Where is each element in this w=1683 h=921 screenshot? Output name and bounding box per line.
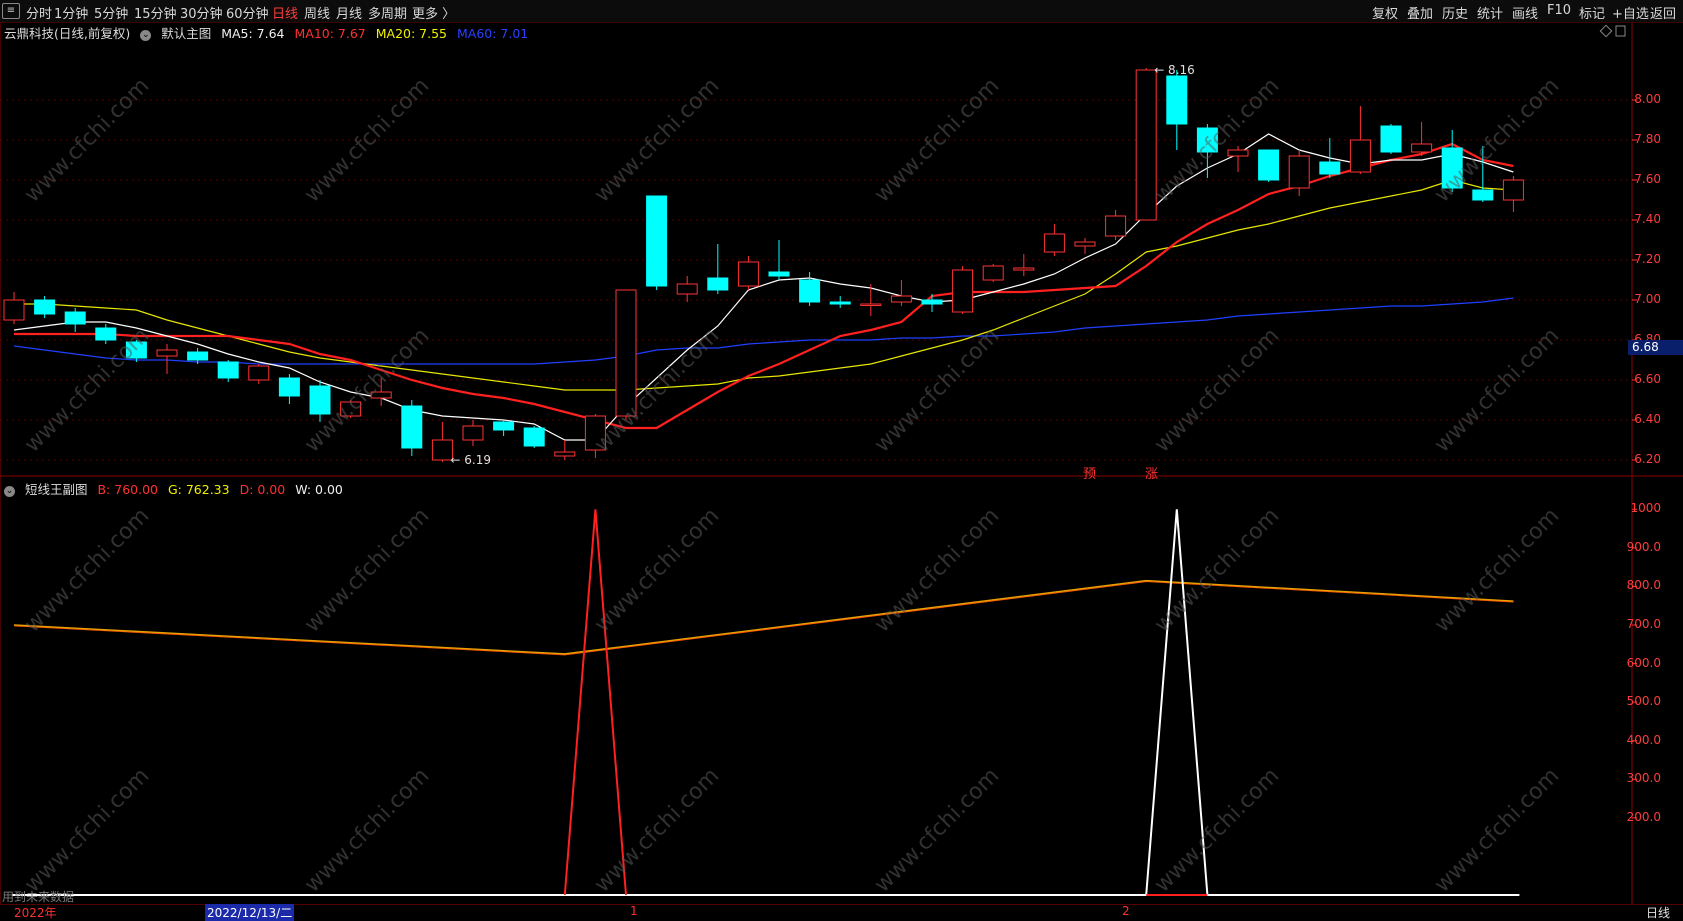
year-label: 2022年 [14, 906, 57, 920]
indicator-axis-label: 800.0 [1626, 578, 1661, 593]
candle-down [217, 361, 239, 379]
candle-up [1411, 143, 1433, 153]
indicator-axis-label: 200.0 [1626, 809, 1661, 824]
indicator-axis-label: 500.0 [1626, 694, 1661, 709]
price-axis-label: 6.60 [1634, 372, 1661, 386]
candle-up [982, 265, 1004, 281]
candle-up [156, 349, 178, 357]
period-label[interactable]: 日线 [1646, 904, 1670, 921]
month-label-2: 2 [1122, 904, 1130, 918]
candle-up [1013, 267, 1035, 271]
candlesticks [3, 68, 1524, 462]
candle-down [401, 405, 423, 449]
candle-down [768, 271, 790, 277]
candle-up [554, 451, 576, 457]
candle-up [952, 269, 974, 313]
candle-down [493, 421, 515, 431]
candle-down [1319, 161, 1341, 175]
candle-up [890, 295, 912, 303]
price-axis-label: 7.80 [1634, 132, 1661, 146]
signal-w-line [1145, 509, 1209, 896]
candle-down [1258, 149, 1280, 181]
candle-up [370, 391, 392, 399]
price-axis-label: 8.00 [1634, 92, 1661, 106]
candle-up [584, 415, 606, 451]
zhang-marker: 涨 [1145, 467, 1159, 482]
candle-down [1380, 125, 1402, 153]
indicator-axis-label: 900.0 [1626, 539, 1661, 554]
indicator-g-line [13, 581, 1514, 656]
candle-up [1349, 139, 1371, 173]
yu-marker: 预 [1083, 467, 1097, 482]
candle-down [1472, 189, 1494, 201]
candle-up [737, 261, 759, 287]
candle-down [523, 427, 545, 447]
candle-down [95, 327, 117, 341]
candle-up [1105, 215, 1127, 237]
price-axis-label: 6.40 [1634, 412, 1661, 426]
candle-up [431, 439, 453, 461]
candle-up [1227, 149, 1249, 157]
candle-down [921, 299, 943, 305]
month-label-1: 1 [630, 904, 638, 918]
candle-up [860, 303, 882, 306]
candle-up [462, 425, 484, 441]
price-axis-label: 7.00 [1634, 292, 1661, 306]
price-axis-label: 6.20 [1634, 452, 1661, 466]
candle-up [1135, 69, 1157, 221]
chart-grid [0, 22, 1683, 905]
panel-icon [1615, 25, 1626, 37]
candle-down [187, 351, 209, 361]
candle-down [707, 277, 729, 291]
signal-d-line [563, 509, 627, 896]
candle-down [64, 311, 86, 325]
candle-down [278, 377, 300, 397]
ma10-line [14, 142, 1514, 430]
price-axis-label: 7.40 [1634, 212, 1661, 226]
candle-down [1441, 147, 1463, 189]
price-axis-label: 7.60 [1634, 172, 1661, 186]
price-axis-label: 7.20 [1634, 252, 1661, 266]
candle-down [125, 341, 147, 359]
kline-chart[interactable]: ← 8.16 ← 6.19 [0, 0, 1683, 918]
candle-up [1288, 155, 1310, 189]
candle-up [615, 289, 637, 417]
candle-down [646, 195, 668, 287]
candle-up [248, 365, 270, 381]
low-price-label: ← 6.19 [450, 453, 491, 467]
indicator-axis-label: 300.0 [1626, 771, 1661, 786]
current-price-flag: 6.68 [1628, 340, 1683, 355]
candle-down [34, 299, 56, 315]
candle-down [309, 385, 331, 415]
indicator-b-line [13, 579, 1514, 655]
candle-down [799, 279, 821, 303]
candle-up [1043, 233, 1065, 253]
candle-up [1074, 241, 1096, 247]
candle-up [676, 283, 698, 295]
indicator-axis-label: 700.0 [1626, 617, 1661, 631]
indicator-axis-label: 1000 [1630, 501, 1661, 516]
date-cursor: 2022/12/13/二 [205, 904, 295, 921]
candle-down [1166, 75, 1188, 125]
diamond-icon [1599, 24, 1613, 38]
candle-down [1196, 127, 1218, 153]
indicator-axis-label: 600.0 [1626, 655, 1661, 670]
future-data-hint: 用到未来数据 [2, 890, 75, 904]
candle-up [340, 401, 362, 417]
candle-up [3, 299, 25, 321]
ma60-line [13, 297, 1514, 365]
high-price-label: ← 8.16 [1154, 63, 1195, 77]
candle-down [829, 301, 851, 305]
candle-up [1502, 179, 1524, 201]
indicator-axis-label: 400.0 [1626, 732, 1661, 747]
indicator-lines [12, 509, 1520, 896]
